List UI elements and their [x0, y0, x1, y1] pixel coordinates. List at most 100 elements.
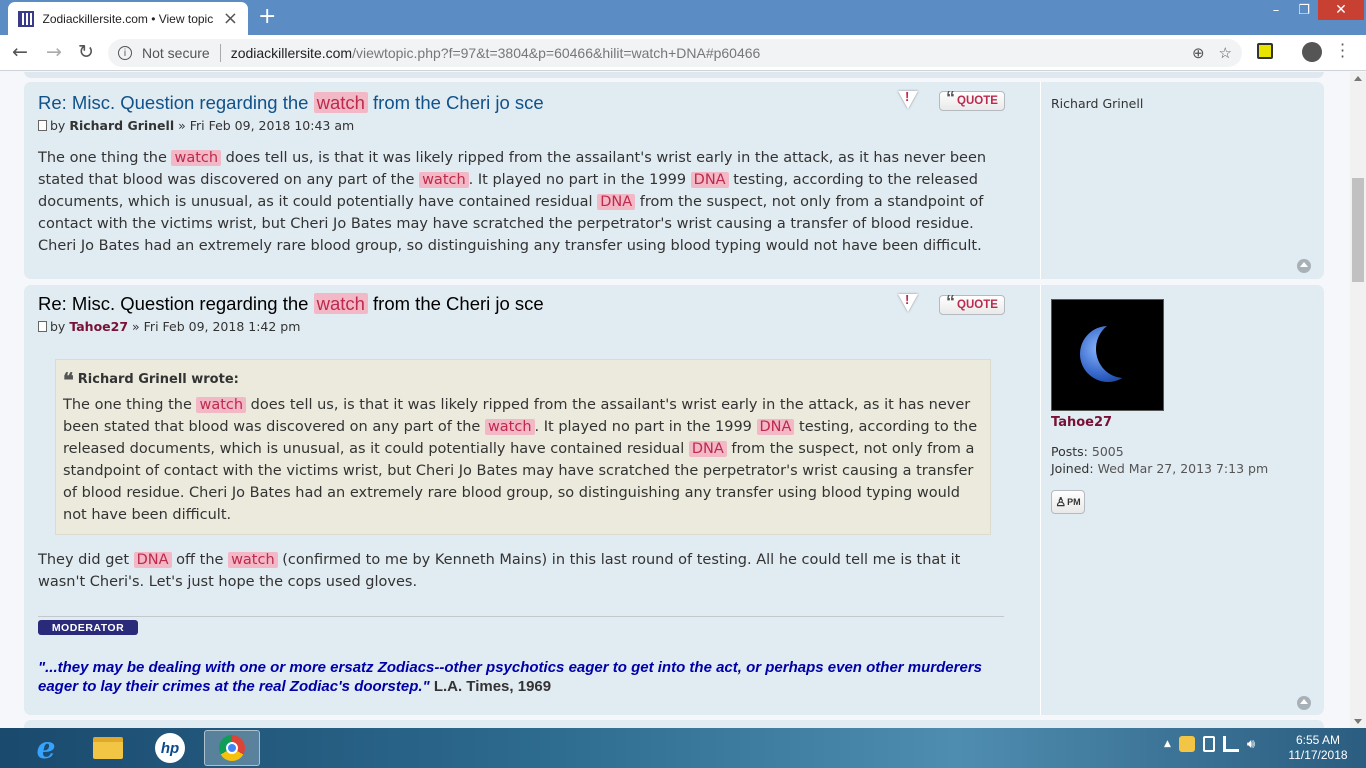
highlight: watch — [313, 293, 368, 314]
text-segment: . It played no part in the 1999 — [534, 419, 757, 435]
post-1: Re: Misc. Question regarding the watch f… — [24, 82, 1324, 279]
volume-icon[interactable]: 🔊︎ — [1247, 737, 1255, 752]
back-to-top-icon[interactable] — [1297, 696, 1311, 710]
extension-icon[interactable] — [1257, 43, 1273, 59]
quote-label: QUOTE — [957, 95, 998, 107]
text-segment: off the — [171, 552, 229, 568]
tab-title: Zodiackillersite.com • View topic — [42, 11, 214, 26]
hp-logo: hp — [155, 733, 185, 763]
reload-button[interactable]: ↻ — [74, 41, 98, 63]
system-tray: ▲ 🔊︎ — [1164, 736, 1255, 752]
new-tab-button[interactable]: + — [258, 4, 276, 29]
quote-citation: ❝ Richard Grinell wrote: — [63, 368, 982, 392]
zoom-icon[interactable]: ⊕ — [1192, 44, 1205, 62]
scrollbar[interactable] — [1350, 72, 1366, 728]
text-segment: They did get — [38, 552, 134, 568]
hp-app-icon[interactable]: hp — [142, 730, 198, 766]
quote-author: Richard Grinell wrote: — [77, 372, 239, 387]
tray-app-icon[interactable] — [1178, 736, 1195, 752]
post-title[interactable]: Re: Misc. Question regarding the watch f… — [38, 92, 1004, 114]
report-icon[interactable]: ! — [897, 89, 919, 111]
post-author[interactable]: Richard Grinell — [69, 118, 174, 133]
quoted-post: ❝ Richard Grinell wrote: The one thing th… — [55, 359, 991, 535]
info-icon[interactable]: i — [118, 46, 132, 60]
profile-username[interactable]: Tahoe27 — [1051, 415, 1310, 430]
clock[interactable]: 6:55 AM 11/17/2018 — [1288, 733, 1348, 763]
post-title-text[interactable]: from the Cheri jo sce — [373, 92, 544, 113]
clock-time: 6:55 AM — [1295, 733, 1341, 747]
highlight: watch — [484, 419, 535, 435]
quote-button[interactable]: “QUOTE — [939, 293, 1005, 315]
network-icon[interactable] — [1222, 736, 1239, 752]
menu-icon[interactable]: · · · — [1340, 37, 1345, 65]
site-favicon-icon — [18, 10, 34, 27]
divider — [219, 44, 221, 62]
chrome-icon — [219, 735, 245, 761]
url-host: zodiackillersite.com — [230, 45, 353, 61]
profile-joined: Joined: Wed Mar 27, 2013 7:13 pm — [1051, 461, 1310, 476]
chrome-taskbar-icon[interactable] — [204, 730, 260, 766]
pm-button[interactable]: ♙ PM — [1051, 490, 1085, 514]
moderator-badge: MODERATOR — [38, 620, 138, 635]
text-segment: The one thing the — [38, 150, 172, 166]
tab-close-icon[interactable]: × — [223, 8, 238, 29]
clock-date: 11/17/2018 — [1288, 748, 1348, 762]
browser-tab[interactable]: Zodiackillersite.com • View topic × — [8, 2, 248, 35]
post-title-text[interactable]: Re: Misc. Question regarding the — [38, 92, 308, 113]
previous-post-edge — [24, 72, 1324, 78]
user-icon: ♙ — [1055, 495, 1067, 509]
joined-label: Joined: — [1051, 461, 1094, 476]
ie-glyph: e — [36, 730, 56, 766]
tab-bar: Zodiackillersite.com • View topic × + – … — [0, 0, 1366, 35]
post-title-text[interactable]: Re: Misc. Question regarding the — [38, 293, 308, 314]
scroll-down-icon[interactable] — [1354, 719, 1362, 724]
highlight: watch — [228, 552, 278, 568]
minimize-button[interactable]: – — [1262, 0, 1290, 20]
quote-button[interactable]: “QUOTE — [939, 89, 1005, 111]
highlight: DNA — [597, 194, 636, 210]
post-meta: by Richard Grinell » Fri Feb 09, 2018 10… — [38, 118, 1004, 133]
address-bar[interactable]: i Not secure zodiackillersite.com/viewto… — [108, 39, 1242, 67]
taskbar: e hp ▲ 🔊︎ 6:55 AM 11/17/2018 — [0, 728, 1366, 768]
power-icon[interactable] — [1202, 736, 1215, 752]
post-icon[interactable] — [38, 321, 47, 332]
scroll-thumb[interactable] — [1352, 178, 1364, 282]
url-path: /viewtopic.php?f=97&t=3804&p=60466&hilit… — [352, 45, 761, 61]
post-2: Re: Misc. Question regarding the watch f… — [24, 285, 1324, 715]
close-window-button[interactable]: ✕ — [1318, 0, 1364, 20]
maximize-button[interactable]: ❐ — [1290, 0, 1318, 20]
profile-icon[interactable] — [1302, 42, 1322, 62]
quote-mark-icon: ❝ — [63, 368, 74, 392]
internet-explorer-icon[interactable]: e — [18, 730, 74, 766]
forward-button[interactable]: → — [42, 41, 66, 63]
back-to-top-icon[interactable] — [1297, 259, 1311, 273]
file-explorer-icon[interactable] — [80, 730, 136, 766]
security-label: Not secure — [142, 45, 210, 61]
bookmark-star-icon[interactable]: ☆ — [1219, 44, 1232, 62]
next-post-edge — [24, 720, 1324, 728]
by-label: by — [50, 118, 66, 133]
folder-icon — [93, 737, 123, 759]
back-button[interactable]: ← — [8, 41, 32, 63]
text-segment: . It played no part in the 1999 — [468, 172, 691, 188]
post-icon[interactable] — [38, 120, 47, 131]
quote-label: QUOTE — [957, 299, 998, 311]
by-label: by — [50, 319, 66, 334]
highlight: watch — [196, 397, 247, 413]
pm-label: PM — [1067, 497, 1081, 507]
highlight: watch — [171, 150, 222, 166]
post-title[interactable]: Re: Misc. Question regarding the watch f… — [38, 293, 1004, 315]
profile-username[interactable]: Richard Grinell — [1051, 96, 1310, 111]
show-hidden-icons-icon[interactable]: ▲ — [1164, 739, 1171, 749]
post-author[interactable]: Tahoe27 — [69, 319, 128, 334]
report-icon[interactable]: ! — [897, 292, 919, 314]
highlight: DNA — [133, 552, 172, 568]
page-content: Re: Misc. Question regarding the watch f… — [0, 72, 1350, 728]
posts-label: Posts: — [1051, 444, 1088, 459]
scroll-up-icon[interactable] — [1354, 76, 1362, 81]
quoted-content: The one thing the watch does tell us, is… — [63, 394, 982, 526]
profile-posts: Posts: 5005 — [1051, 444, 1310, 459]
avatar[interactable] — [1051, 299, 1164, 411]
post-title-text[interactable]: from the Cheri jo sce — [373, 293, 544, 314]
post-profile: Richard Grinell — [1040, 82, 1310, 279]
